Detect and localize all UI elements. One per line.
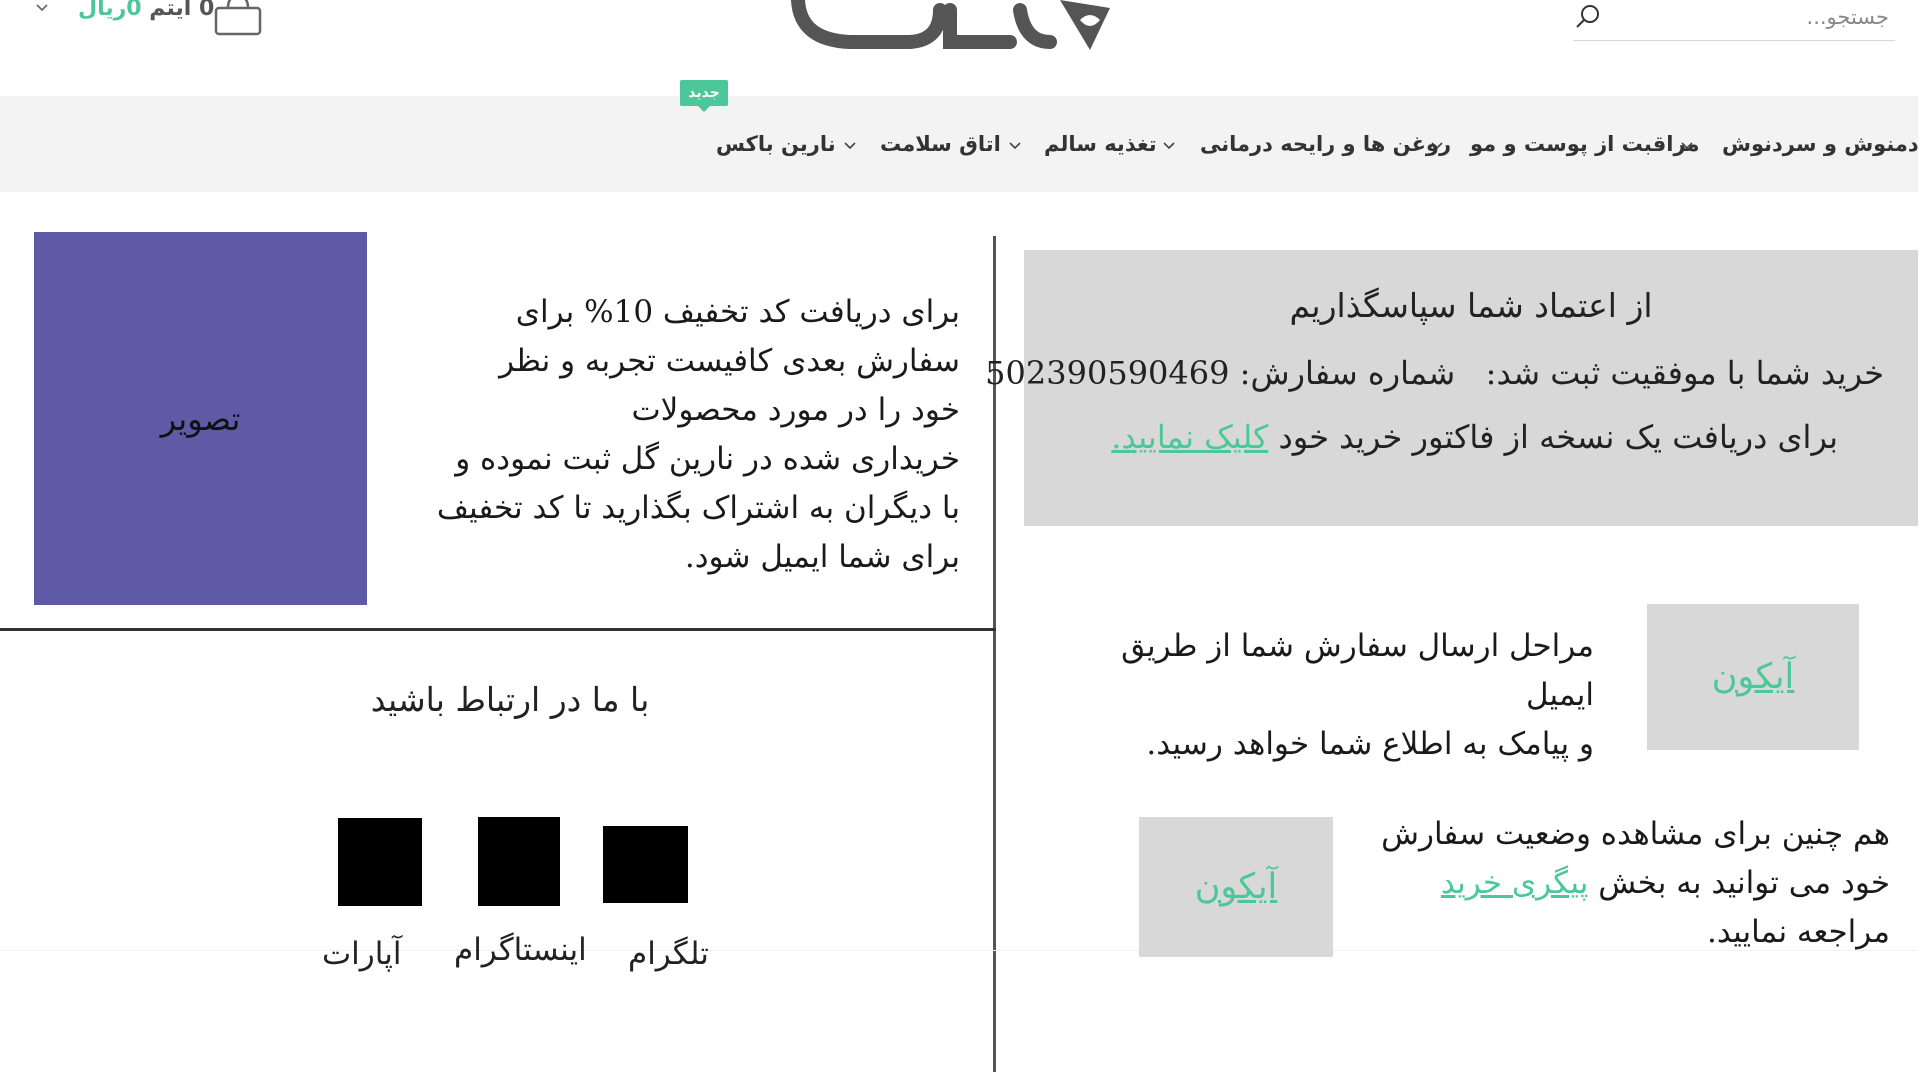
tracking-line: خود می توانید به بخش پیگری خرید bbox=[1370, 859, 1890, 908]
discount-line: خود را در مورد محصولات bbox=[631, 392, 960, 428]
discount-line: با دیگران به اشتراک بگذارید تا کد تخفیف bbox=[436, 490, 960, 526]
success-text: خرید شما با موفقیت ثبت شد: bbox=[1485, 354, 1884, 392]
icon-placeholder-link[interactable]: آیکون bbox=[1712, 657, 1795, 697]
icon-placeholder-link[interactable]: آیکون bbox=[1195, 867, 1278, 907]
order-number: 502390590469 bbox=[985, 354, 1230, 392]
logo[interactable] bbox=[790, 0, 1130, 60]
discount-line: برای شما ایمیل شود. bbox=[684, 539, 960, 575]
image-placeholder-label: تصویر bbox=[160, 399, 241, 438]
discount-text: برای دریافت کد تخفیف 10% برای سفارش بعدی… bbox=[410, 288, 960, 582]
cart-icon[interactable] bbox=[212, 0, 264, 36]
tracking-line: هم چنین برای مشاهده وضعیت سفارش bbox=[1381, 816, 1890, 852]
search-input[interactable] bbox=[1609, 0, 1889, 34]
discount-line: سفارش بعدی کافیست تجربه و نظر bbox=[499, 343, 960, 379]
tracking-text: هم چنین برای مشاهده وضعیت سفارش خود می ت… bbox=[1370, 810, 1890, 957]
new-badge: جدید bbox=[680, 80, 728, 112]
discount-line: خریداری شده در نارین گل ثبت نموده و bbox=[455, 441, 960, 477]
steps-line: و پیامک به اطلاع شما خواهد رسید. bbox=[1146, 726, 1594, 762]
nav-item-skin-hair[interactable]: مراقبت از پوست و مو bbox=[1470, 132, 1700, 156]
aparat-label[interactable]: آپارات bbox=[322, 936, 401, 972]
image-placeholder: تصویر bbox=[34, 232, 367, 605]
tracking-prefix: خود می توانید به بخش bbox=[1598, 865, 1890, 901]
chevron-down-icon[interactable] bbox=[843, 140, 857, 152]
thanks-box: از اعتماد شما سپاسگذاریم خرید شما با موف… bbox=[985, 250, 1918, 526]
steps-text: مراحل ارسال سفارش شما از طریق ایمیل و پی… bbox=[1080, 622, 1594, 769]
tracking-line: مراجعه نمایید. bbox=[1706, 914, 1890, 950]
cart-summary[interactable]: 0 آیتم 0ریال bbox=[78, 0, 214, 26]
nav-item-oils[interactable]: روغن ها و رایحه درمانی bbox=[1200, 132, 1451, 156]
discount-line: برای دریافت کد تخفیف 10% برای bbox=[515, 294, 960, 330]
order-info: خرید شما با موفقیت ثبت شد: شماره سفارش: … bbox=[985, 354, 1884, 392]
contact-title: با ما در ارتباط باشید bbox=[370, 680, 650, 719]
instagram-icon[interactable] bbox=[478, 817, 560, 906]
search-bar bbox=[1573, 0, 1895, 41]
telegram-label[interactable]: تلگرام bbox=[628, 936, 709, 972]
telegram-icon[interactable] bbox=[603, 826, 688, 903]
chevron-down-icon[interactable] bbox=[1008, 140, 1022, 152]
steps-line: مراحل ارسال سفارش شما از طریق ایمیل bbox=[1121, 628, 1594, 713]
cart-price: 0ریال bbox=[78, 0, 142, 21]
nav-item-herbal-tea[interactable]: دمنوش و سردنوش bbox=[1722, 132, 1919, 156]
aparat-icon[interactable] bbox=[338, 818, 422, 906]
nav-item-health-room[interactable]: اتاق سلامت bbox=[880, 132, 1001, 156]
invoice-text: برای دریافت یک نسخه از فاکتور خرید خود bbox=[1278, 418, 1838, 456]
thanks-title: از اعتماد شما سپاسگذاریم bbox=[1289, 286, 1653, 325]
order-tracking-link[interactable]: پیگری خرید bbox=[1441, 865, 1589, 901]
chevron-down-icon[interactable] bbox=[34, 0, 50, 16]
nav-item-healthy-food[interactable]: تغذیه سالم bbox=[1044, 132, 1157, 156]
invoice-link[interactable]: کلیک نمایید. bbox=[1111, 418, 1268, 456]
chevron-down-icon[interactable] bbox=[1162, 140, 1176, 152]
invoice-line: برای دریافت یک نسخه از فاکتور خرید خود ک… bbox=[1111, 418, 1838, 456]
nav-item-narin-box[interactable]: نارین باکس bbox=[716, 132, 836, 156]
icon-placeholder: آیکون bbox=[1647, 604, 1859, 750]
cart-count: 0 آیتم bbox=[149, 0, 215, 21]
instagram-label[interactable]: اینستاگرام bbox=[454, 932, 587, 968]
search-icon[interactable] bbox=[1573, 2, 1603, 32]
main-nav: دمنوش و سردنوش مراقبت از پوست و مو روغن … bbox=[0, 96, 1919, 192]
horizontal-divider bbox=[0, 628, 996, 631]
order-label: شماره سفارش: bbox=[1239, 354, 1456, 392]
icon-placeholder: آیکون bbox=[1139, 817, 1333, 957]
